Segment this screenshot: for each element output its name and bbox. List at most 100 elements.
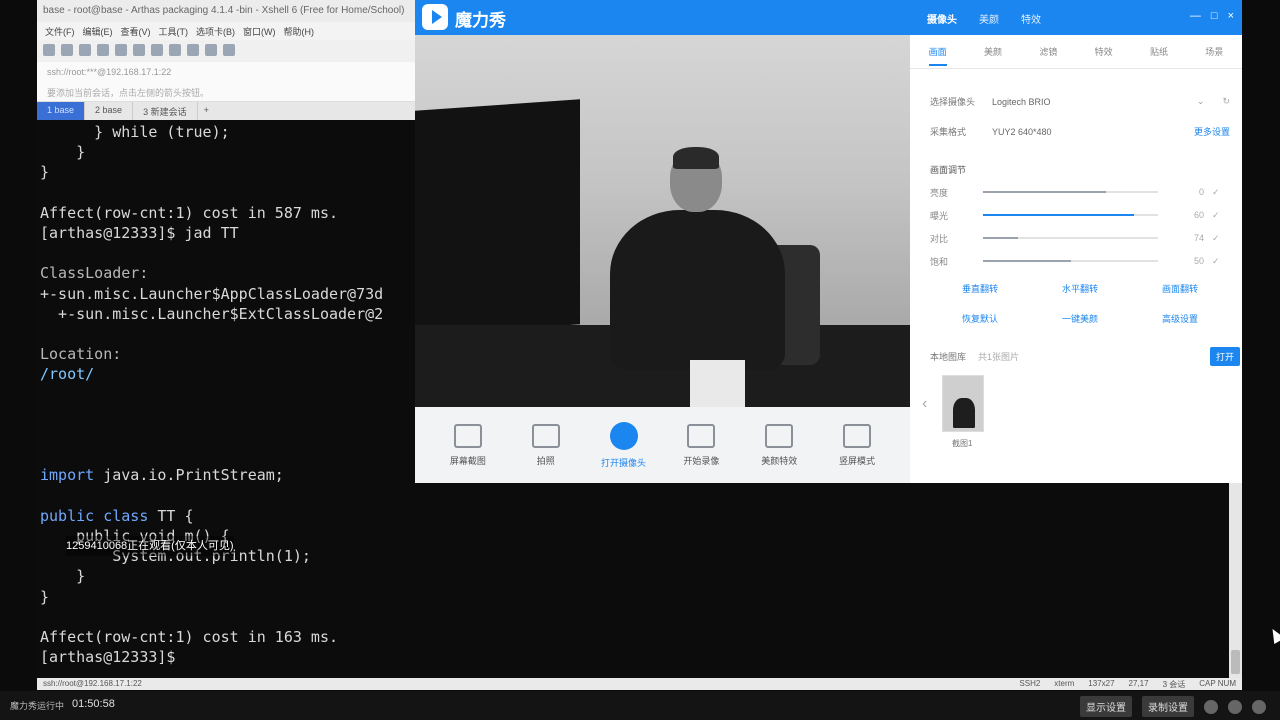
toolbar bbox=[37, 40, 415, 62]
flip-horizontal-link[interactable]: 水平翻转 bbox=[1062, 282, 1098, 295]
more-settings-link[interactable]: 更多设置 bbox=[1194, 125, 1230, 138]
menu-file[interactable]: 文件(F) bbox=[45, 25, 75, 40]
slider-contrast[interactable]: 对比 74 ✓ bbox=[930, 231, 1230, 245]
camera-select-value[interactable]: Logitech BRIO bbox=[992, 97, 1051, 107]
tab-session-2[interactable]: 2 base bbox=[85, 102, 134, 120]
terminal-line: public class TT { bbox=[40, 506, 194, 525]
person-hair bbox=[673, 147, 719, 169]
tab-session-3[interactable]: 3 新建会话 bbox=[133, 102, 198, 120]
status-protocol: SSH2 bbox=[1019, 679, 1041, 688]
window-title: base - root@base - Arthas packaging 4.1.… bbox=[37, 0, 415, 22]
open-folder-icon[interactable] bbox=[61, 44, 73, 56]
screenshot-button[interactable]: 屏幕截图 bbox=[438, 423, 498, 467]
menu-edit[interactable]: 编辑(E) bbox=[83, 25, 113, 40]
beauty-button[interactable]: 美颜特效 bbox=[749, 423, 809, 467]
slider-fill bbox=[983, 191, 1106, 193]
camera-select-row[interactable]: 选择摄像头 Logitech BRIO ⌄ ↻ bbox=[930, 95, 1230, 108]
camera-preview bbox=[415, 35, 910, 407]
close-icon[interactable]: × bbox=[1228, 10, 1234, 22]
tab-effect[interactable]: 特效 bbox=[1095, 45, 1113, 58]
tab-sticker[interactable]: 贴纸 bbox=[1150, 45, 1168, 58]
camera-app-window: 魔力秀 摄像头 美颜 特效 — □ × 屏幕截图 拍照 打开摄像头 开始录像 美… bbox=[415, 0, 1242, 483]
one-click-beauty-link[interactable]: 一键美颜 bbox=[1062, 312, 1098, 325]
screenshot-icon bbox=[453, 423, 482, 448]
search-icon[interactable] bbox=[115, 44, 127, 56]
tab-picture[interactable]: 画面 bbox=[928, 45, 947, 66]
taskbar-app-label[interactable]: 魔力秀运行中 bbox=[10, 699, 64, 712]
tab-scene[interactable]: 场景 bbox=[1205, 45, 1223, 58]
check-icon: ✓ bbox=[1212, 209, 1220, 220]
portrait-mode-button[interactable]: 竖屏模式 bbox=[827, 423, 887, 467]
add-tab-button[interactable]: + bbox=[198, 102, 215, 120]
open-camera-button[interactable]: 打开摄像头 bbox=[594, 421, 654, 469]
menu-help[interactable]: 帮助(H) bbox=[284, 25, 315, 40]
viewer-notice: 1259410068正在观看(仅本人可见) bbox=[66, 536, 234, 557]
refresh-icon[interactable]: ↻ bbox=[1222, 96, 1230, 107]
display-settings-button[interactable]: 显示设置 bbox=[1080, 696, 1132, 717]
taskbar: 魔力秀运行中 01:50:58 显示设置 录制设置 bbox=[0, 691, 1280, 720]
globe-icon[interactable] bbox=[151, 44, 163, 56]
format-row[interactable]: 采集格式 YUY2 640*480 更多设置 bbox=[930, 125, 1230, 138]
status-cursor: 27,17 bbox=[1128, 679, 1149, 688]
menu-view[interactable]: 查看(V) bbox=[121, 25, 151, 40]
help-icon[interactable] bbox=[223, 44, 235, 56]
slider-saturation[interactable]: 饱和 50 ✓ bbox=[930, 254, 1230, 268]
reset-links: 恢复默认 一键美颜 高级设置 bbox=[930, 312, 1230, 325]
settings-panel: 画面 美颜 滤镜 特效 贴纸 场景 选择摄像头 Logitech BRIO ⌄ … bbox=[910, 35, 1242, 483]
photo-button[interactable]: 拍照 bbox=[516, 423, 576, 467]
flip-picture-link[interactable]: 画面翻转 bbox=[1162, 282, 1198, 295]
gallery-label: 本地图库 bbox=[930, 352, 967, 362]
copy-icon[interactable] bbox=[79, 44, 91, 56]
keyboard-icon[interactable] bbox=[205, 44, 217, 56]
paste-icon[interactable] bbox=[97, 44, 109, 56]
format-value[interactable]: YUY2 640*480 bbox=[992, 127, 1052, 137]
tab-filter[interactable]: 滤镜 bbox=[1039, 45, 1057, 58]
gallery-thumbnail[interactable] bbox=[942, 375, 984, 432]
tab-beauty[interactable]: 美颜 bbox=[984, 45, 1002, 58]
header-nav: 摄像头 美颜 特效 bbox=[927, 11, 1041, 26]
slider-fill bbox=[983, 214, 1134, 216]
slider-brightness[interactable]: 亮度 0 ✓ bbox=[930, 185, 1230, 199]
slider-fill bbox=[983, 237, 1018, 239]
nav-beauty[interactable]: 美颜 bbox=[979, 11, 999, 26]
transfer-icon[interactable] bbox=[169, 44, 181, 56]
minimize-icon[interactable]: — bbox=[1190, 10, 1201, 22]
slider-fill bbox=[983, 260, 1071, 262]
person-body bbox=[610, 210, 785, 370]
chevron-down-icon[interactable]: ⌄ bbox=[1197, 96, 1205, 107]
record-settings-button[interactable]: 录制设置 bbox=[1142, 696, 1194, 717]
advanced-settings-link[interactable]: 高级设置 bbox=[1162, 312, 1198, 325]
fullscreen-icon[interactable] bbox=[1252, 699, 1266, 714]
scrollbar-thumb[interactable] bbox=[1231, 650, 1240, 674]
terminal-line: Affect(row-cnt:1) cost in 163 ms. bbox=[40, 628, 339, 647]
monitor-in-frame bbox=[415, 99, 580, 336]
print-icon[interactable] bbox=[133, 44, 145, 56]
nav-effects[interactable]: 特效 bbox=[1021, 11, 1041, 26]
session-hint: 要添加当前会话，点击左侧的箭头按钮。 bbox=[37, 82, 415, 102]
menu-tab[interactable]: 选项卡(B) bbox=[196, 25, 235, 40]
record-button[interactable]: 开始录像 bbox=[671, 423, 731, 467]
tab-session-1[interactable]: 1 base bbox=[37, 102, 86, 120]
maximize-icon[interactable]: □ bbox=[1211, 10, 1218, 22]
flip-vertical-link[interactable]: 垂直翻转 bbox=[962, 282, 998, 295]
session-tabs: 1 base 2 base 3 新建会话 + bbox=[37, 102, 415, 120]
menu-tools[interactable]: 工具(T) bbox=[159, 25, 189, 40]
status-connection: ssh://root@192.168.17.1:22 bbox=[43, 679, 142, 688]
settings-tabs: 画面 美颜 滤镜 特效 贴纸 场景 bbox=[910, 35, 1242, 69]
network-icon[interactable] bbox=[1204, 699, 1218, 714]
restore-default-link[interactable]: 恢复默认 bbox=[962, 312, 998, 325]
menu-window[interactable]: 窗口(W) bbox=[243, 25, 276, 40]
new-session-icon[interactable] bbox=[43, 44, 55, 56]
slider-exposure[interactable]: 曝光 60 ✓ bbox=[930, 208, 1230, 222]
camera-icon bbox=[531, 423, 560, 448]
lock-icon[interactable] bbox=[187, 44, 199, 56]
status-size: 137x27 bbox=[1088, 679, 1115, 688]
open-gallery-button[interactable]: 打开 bbox=[1209, 347, 1240, 366]
nav-camera[interactable]: 摄像头 bbox=[927, 11, 957, 26]
chevron-left-icon[interactable]: ‹ bbox=[922, 395, 927, 413]
taskbar-tray: 显示设置 录制设置 bbox=[1080, 696, 1266, 717]
address-bar[interactable]: ssh://root:***@192.168.17.1:22 bbox=[37, 62, 415, 82]
status-sessions: 3 会话 bbox=[1162, 680, 1186, 689]
volume-icon[interactable] bbox=[1228, 699, 1242, 714]
terminal-line: [arthas@12333]$ bbox=[40, 648, 185, 667]
